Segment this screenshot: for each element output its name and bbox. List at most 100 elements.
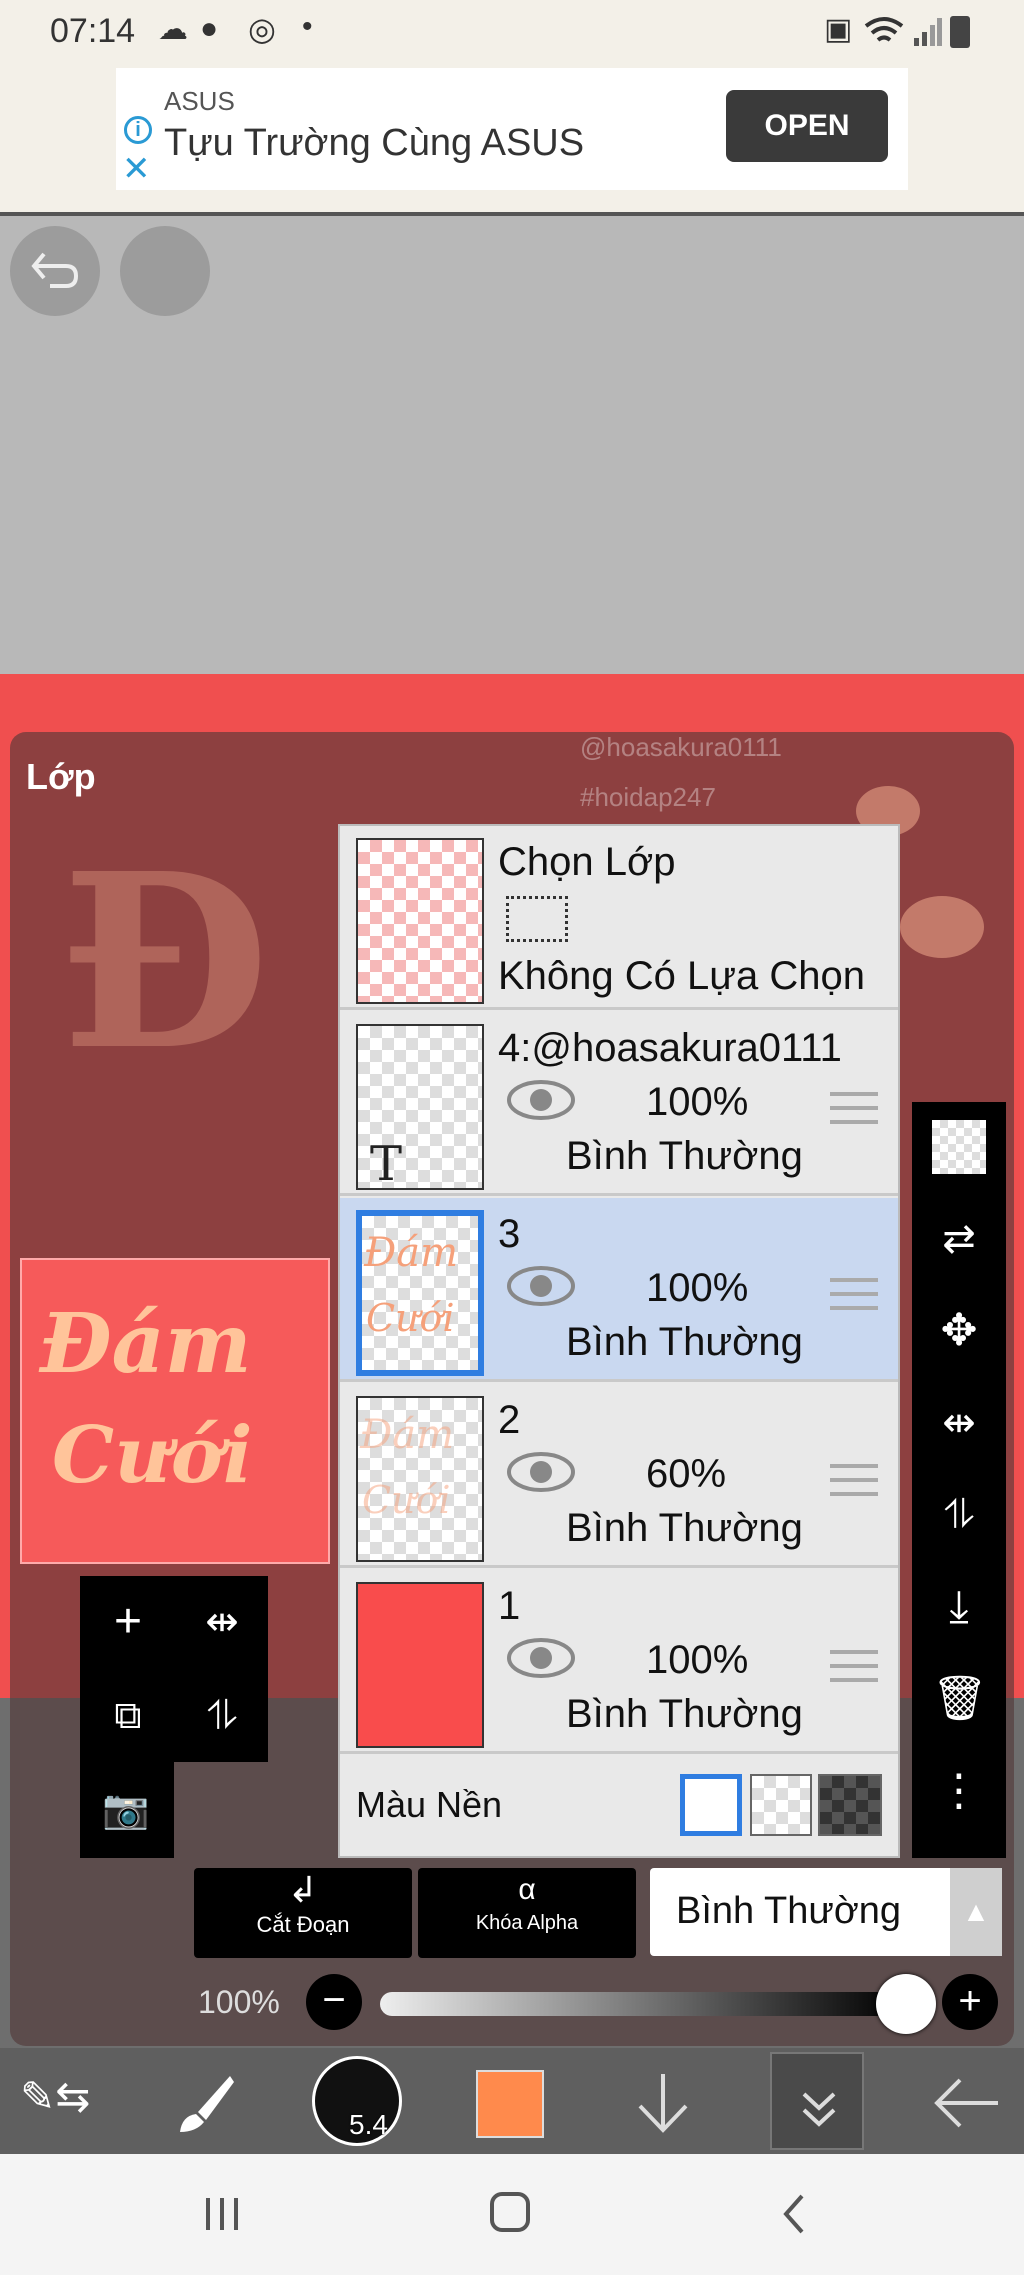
messenger-icon: ◎ <box>248 11 276 47</box>
merge-down-icon[interactable]: ⤓ <box>932 1580 986 1634</box>
system-navigation-bar <box>0 2154 1024 2275</box>
eye-icon[interactable] <box>506 1264 576 1308</box>
eye-icon[interactable] <box>506 1450 576 1494</box>
selection-marquee-icon <box>506 896 568 942</box>
selection-layer-title: Chọn Lớp <box>498 840 676 884</box>
drag-handle-icon[interactable] <box>830 1278 878 1310</box>
battery-icon <box>950 16 970 48</box>
flip-horizontal-icon[interactable]: ⇹ <box>932 1396 986 1450</box>
chevron-double-down-icon <box>802 2092 836 2127</box>
info-icon[interactable]: i <box>124 116 152 144</box>
bottom-toolbar: ✎⇆ 5.4 <box>0 2048 1024 2154</box>
background-color-row: Màu Nền <box>340 1756 898 1856</box>
dropdown-arrow-icon[interactable]: ▲ <box>950 1868 1002 1956</box>
add-layer-icon[interactable]: + <box>98 1592 158 1652</box>
layer-blend-mode: Bình Thường <box>566 1134 803 1178</box>
ad-title: Tựu Trường Cùng ASUS <box>164 122 585 164</box>
blend-mode-select[interactable]: Bình Thường ▲ <box>650 1868 1002 1956</box>
undo-button[interactable] <box>10 226 100 316</box>
alpha-lock-label: Khóa Alpha <box>475 1912 579 1934</box>
brush-icon[interactable] <box>170 2068 240 2138</box>
blend-mode-value: Bình Thường <box>676 1890 902 1932</box>
more-options-icon[interactable]: ⋮ <box>932 1764 986 1818</box>
chat-icon: ● <box>200 12 219 45</box>
move-icon[interactable]: ✥ <box>932 1304 986 1358</box>
brush-size-value: 5.4 <box>349 2109 388 2140</box>
back-nav-icon[interactable] <box>780 2192 810 2236</box>
eye-icon[interactable] <box>506 1078 576 1122</box>
layer-row-selected[interactable]: Đám Cưới 3 100% Bình Thường <box>340 1198 898 1382</box>
layer-list: Chọn Lớp Không Có Lựa Chọn T 4:@hoasakur… <box>338 824 900 1858</box>
home-icon[interactable] <box>490 2192 530 2232</box>
layer-blend-mode: Bình Thường <box>566 1506 803 1550</box>
layer-name: 2 <box>498 1398 521 1442</box>
drag-handle-icon[interactable] <box>830 1650 878 1682</box>
camera-icon[interactable]: 📷 <box>96 1780 156 1840</box>
swap-layer-icon[interactable]: ⇄ <box>932 1212 986 1266</box>
drag-handle-icon[interactable] <box>830 1092 878 1124</box>
background-label: Màu Nền <box>356 1784 503 1825</box>
ad-banner[interactable]: i ✕ ASUS Tựu Trường Cùng ASUS OPEN <box>116 68 908 190</box>
background-dark-option[interactable] <box>818 1774 882 1836</box>
flip-vertical-icon[interactable]: ⥮ <box>932 1488 986 1542</box>
canvas-preview[interactable]: Đám Cưới <box>20 1258 330 1564</box>
recent-apps-icon[interactable] <box>202 2194 242 2234</box>
layer-blend-mode: Bình Thường <box>566 1320 803 1364</box>
layer-row[interactable]: 1 100% Bình Thường <box>340 1570 898 1754</box>
preview-art: Cưới <box>52 1410 253 1501</box>
background-white-option[interactable] <box>680 1774 742 1836</box>
flip-vertical-icon[interactable]: ⥮ <box>192 1686 252 1746</box>
layer-name: 1 <box>498 1584 521 1628</box>
selection-layer-row[interactable]: Chọn Lớp Không Có Lựa Chọn <box>340 826 898 1010</box>
current-color-swatch[interactable] <box>476 2070 544 2138</box>
clipping-button[interactable]: ↲ Cắt Đoạn <box>194 1868 412 1958</box>
ad-open-button[interactable]: OPEN <box>726 90 888 162</box>
thumb-art: Cưới <box>366 1296 455 1340</box>
layer-opacity: 60% <box>646 1452 727 1496</box>
preview-art: Đám <box>40 1296 252 1392</box>
down-arrow-icon[interactable] <box>630 2068 696 2138</box>
layer-name: 3 <box>498 1212 521 1256</box>
brush-size-button[interactable]: 5.4 <box>312 2056 402 2146</box>
opacity-label: 100% <box>198 1984 280 2020</box>
thumb-art: Cưới <box>362 1478 451 1522</box>
layer-thumbnail: Đám Cưới <box>356 1396 484 1562</box>
opacity-slider-track[interactable] <box>380 1992 900 2016</box>
duplicate-layer-icon[interactable]: ⧉ <box>98 1686 158 1746</box>
artwork-leaf <box>900 896 984 958</box>
layer-thumbnail <box>356 1582 484 1748</box>
background-transparent-option[interactable] <box>750 1774 812 1836</box>
layer-tools-camera: 📷 <box>80 1762 174 1858</box>
layer-blend-mode: Bình Thường <box>566 1692 803 1736</box>
layer-panel-toggle[interactable] <box>770 2052 864 2150</box>
opacity-decrease-button[interactable]: − <box>306 1974 362 2030</box>
layer-tools-grid: + ⇹ ⧉ ⥮ <box>80 1576 268 1762</box>
drag-handle-icon[interactable] <box>830 1464 878 1496</box>
tool-switch-icon[interactable]: ✎⇆ <box>20 2072 90 2132</box>
opacity-slider-thumb[interactable] <box>876 1974 936 2034</box>
more-notifications-icon: • <box>302 10 313 43</box>
artwork-ghost: Đ <box>60 821 270 1103</box>
layer-row[interactable]: Đám Cưới 2 60% Bình Thường <box>340 1384 898 1568</box>
layer-thumbnail: T <box>356 1024 484 1192</box>
close-ad-icon[interactable]: ✕ <box>122 152 151 186</box>
watermark-handle: @hoasakura0111 <box>580 732 782 762</box>
alpha-lock-button[interactable]: α Khóa Alpha <box>418 1868 636 1958</box>
thumb-art: Đám <box>360 1412 455 1458</box>
clipping-label: Cắt Đoạn <box>256 1912 350 1937</box>
battery-saver-icon: ▣ <box>824 13 853 46</box>
selection-thumbnail <box>356 838 484 1004</box>
transparency-icon[interactable] <box>932 1120 986 1174</box>
layer-thumbnail: Đám Cưới <box>356 1210 484 1376</box>
layer-tools-toolbar: ⇄ ✥ ⇹ ⥮ ⤓ 🗑 ⋮ <box>912 1102 1006 1858</box>
trash-icon[interactable]: 🗑 <box>932 1672 988 1726</box>
redo-button[interactable] <box>120 226 210 316</box>
alpha-lock-icon: α <box>518 1873 536 1906</box>
opacity-increase-button[interactable]: + <box>942 1974 998 2030</box>
layer-row[interactable]: T 4:@hoasakura0111 100% Bình Thường <box>340 1012 898 1196</box>
flip-horizontal-icon[interactable]: ⇹ <box>192 1592 252 1652</box>
panel-title: Lớp <box>26 756 96 797</box>
ad-brand: ASUS <box>164 86 235 116</box>
eye-icon[interactable] <box>506 1636 576 1680</box>
back-arrow-icon[interactable] <box>930 2072 1004 2134</box>
